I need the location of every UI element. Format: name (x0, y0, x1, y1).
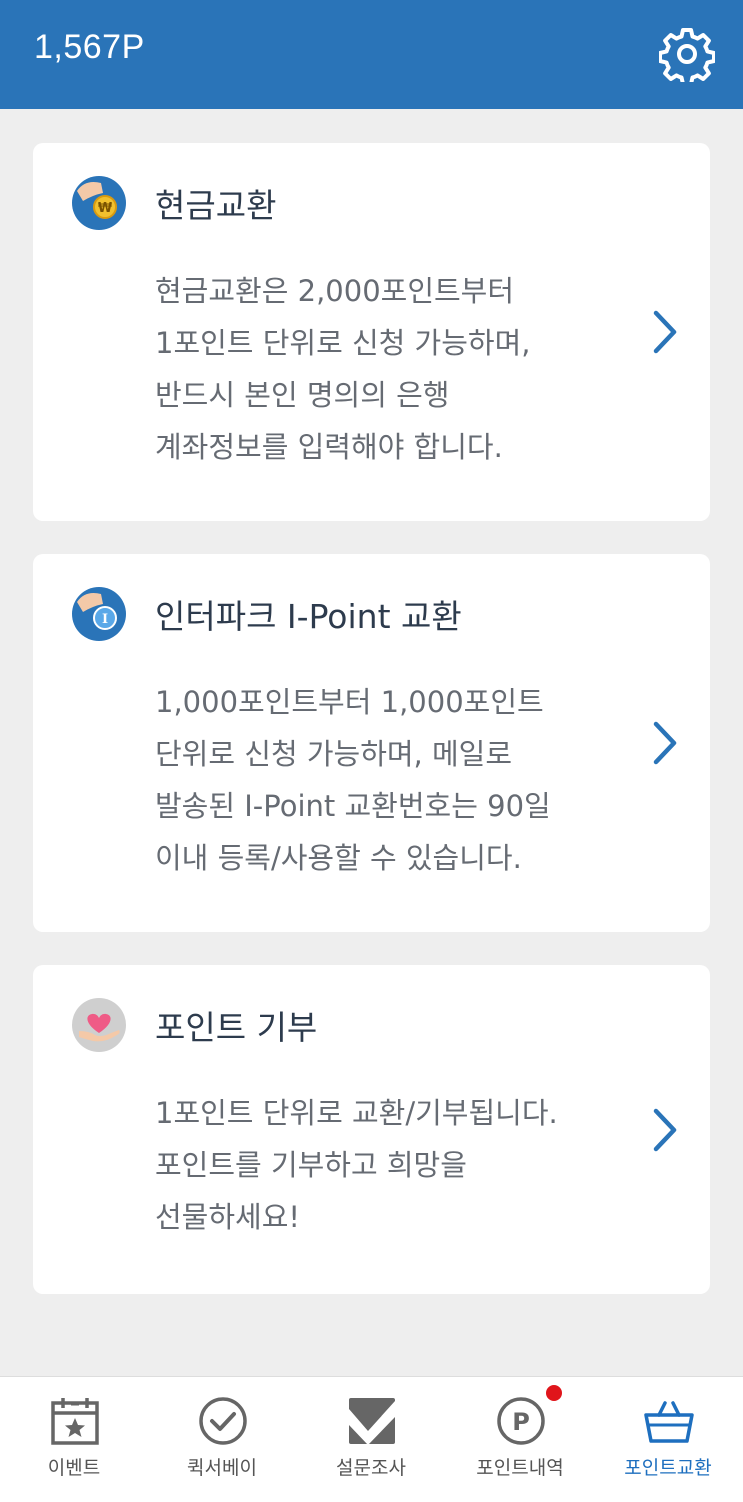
cash-coin-icon: ₩ (72, 176, 126, 230)
tab-label: 설문조사 (336, 1457, 406, 1479)
tab-label: 포인트내역 (476, 1457, 564, 1479)
svg-text:P: P (512, 1408, 530, 1436)
tab-point-exchange[interactable]: 포인트교환 (594, 1377, 742, 1502)
tab-point-history[interactable]: P 포인트내역 (446, 1377, 594, 1502)
card-description: 1,000포인트부터 1,000포인트 단위로 신청 가능하며, 메일로 발송된… (155, 676, 635, 884)
chevron-right-icon[interactable] (650, 1107, 680, 1153)
check-circle-icon (199, 1397, 247, 1445)
ipoint-coin-icon: I (72, 587, 126, 641)
card-description: 1포인트 단위로 교환/기부됩니다. 포인트를 기부하고 희망을 선물하세요! (155, 1087, 635, 1243)
tab-survey[interactable]: 설문조사 (297, 1377, 445, 1502)
heart-hand-icon (72, 998, 126, 1052)
desc-line: 현금교환은 2,000포인트부터 (155, 274, 515, 308)
bottom-tab-bar: 이벤트 퀵서베이 설문조사 P 포인트내역 포인트교환 (0, 1376, 743, 1502)
desc-line: 1포인트 단위로 신청 가능하며, (155, 326, 531, 360)
checkbox-icon (349, 1398, 395, 1445)
tab-label: 퀵서베이 (187, 1457, 257, 1479)
chevron-right-icon[interactable] (650, 720, 680, 766)
tab-quick-survey[interactable]: 퀵서베이 (148, 1377, 296, 1502)
desc-line: 1,000포인트부터 1,000포인트 (155, 685, 544, 719)
tab-label: 포인트교환 (624, 1457, 712, 1479)
points-balance: 1,567P (34, 28, 145, 66)
card-title: 인터파크 I-Point 교환 (155, 597, 462, 636)
card-ipoint-exchange[interactable]: I 인터파크 I-Point 교환 1,000포인트부터 1,000포인트 단위… (33, 554, 710, 932)
tab-label: 이벤트 (47, 1457, 101, 1479)
notification-badge (546, 1385, 562, 1401)
chevron-right-icon[interactable] (650, 309, 680, 355)
coin-glyph: I (102, 612, 108, 627)
gear-icon[interactable] (659, 26, 715, 82)
desc-line: 발송된 I-Point 교환번호는 90일 (155, 789, 551, 823)
desc-line: 1포인트 단위로 교환/기부됩니다. (155, 1096, 558, 1130)
desc-line: 이내 등록/사용할 수 있습니다. (155, 841, 522, 875)
card-title: 현금교환 (155, 186, 277, 225)
card-point-donation[interactable]: 포인트 기부 1포인트 단위로 교환/기부됩니다. 포인트를 기부하고 희망을 … (33, 965, 710, 1294)
card-title: 포인트 기부 (155, 1008, 318, 1047)
desc-line: 선물하세요! (155, 1200, 301, 1234)
calendar-star-icon (51, 1398, 99, 1445)
coin-glyph: ₩ (98, 201, 113, 216)
app-header: 1,567P (0, 0, 743, 109)
point-p-icon: P (497, 1397, 545, 1445)
desc-line: 포인트를 기부하고 희망을 (155, 1148, 467, 1182)
card-cash-exchange[interactable]: ₩ 현금교환 현금교환은 2,000포인트부터 1포인트 단위로 신청 가능하며… (33, 143, 710, 521)
desc-line: 단위로 신청 가능하며, 메일로 (155, 737, 513, 771)
desc-line: 계좌정보를 입력해야 합니다. (155, 430, 503, 464)
tab-events[interactable]: 이벤트 (0, 1377, 148, 1502)
desc-line: 반드시 본인 명의의 은행 (155, 378, 450, 412)
card-description: 현금교환은 2,000포인트부터 1포인트 단위로 신청 가능하며, 반드시 본… (155, 265, 635, 473)
basket-icon (644, 1401, 694, 1443)
